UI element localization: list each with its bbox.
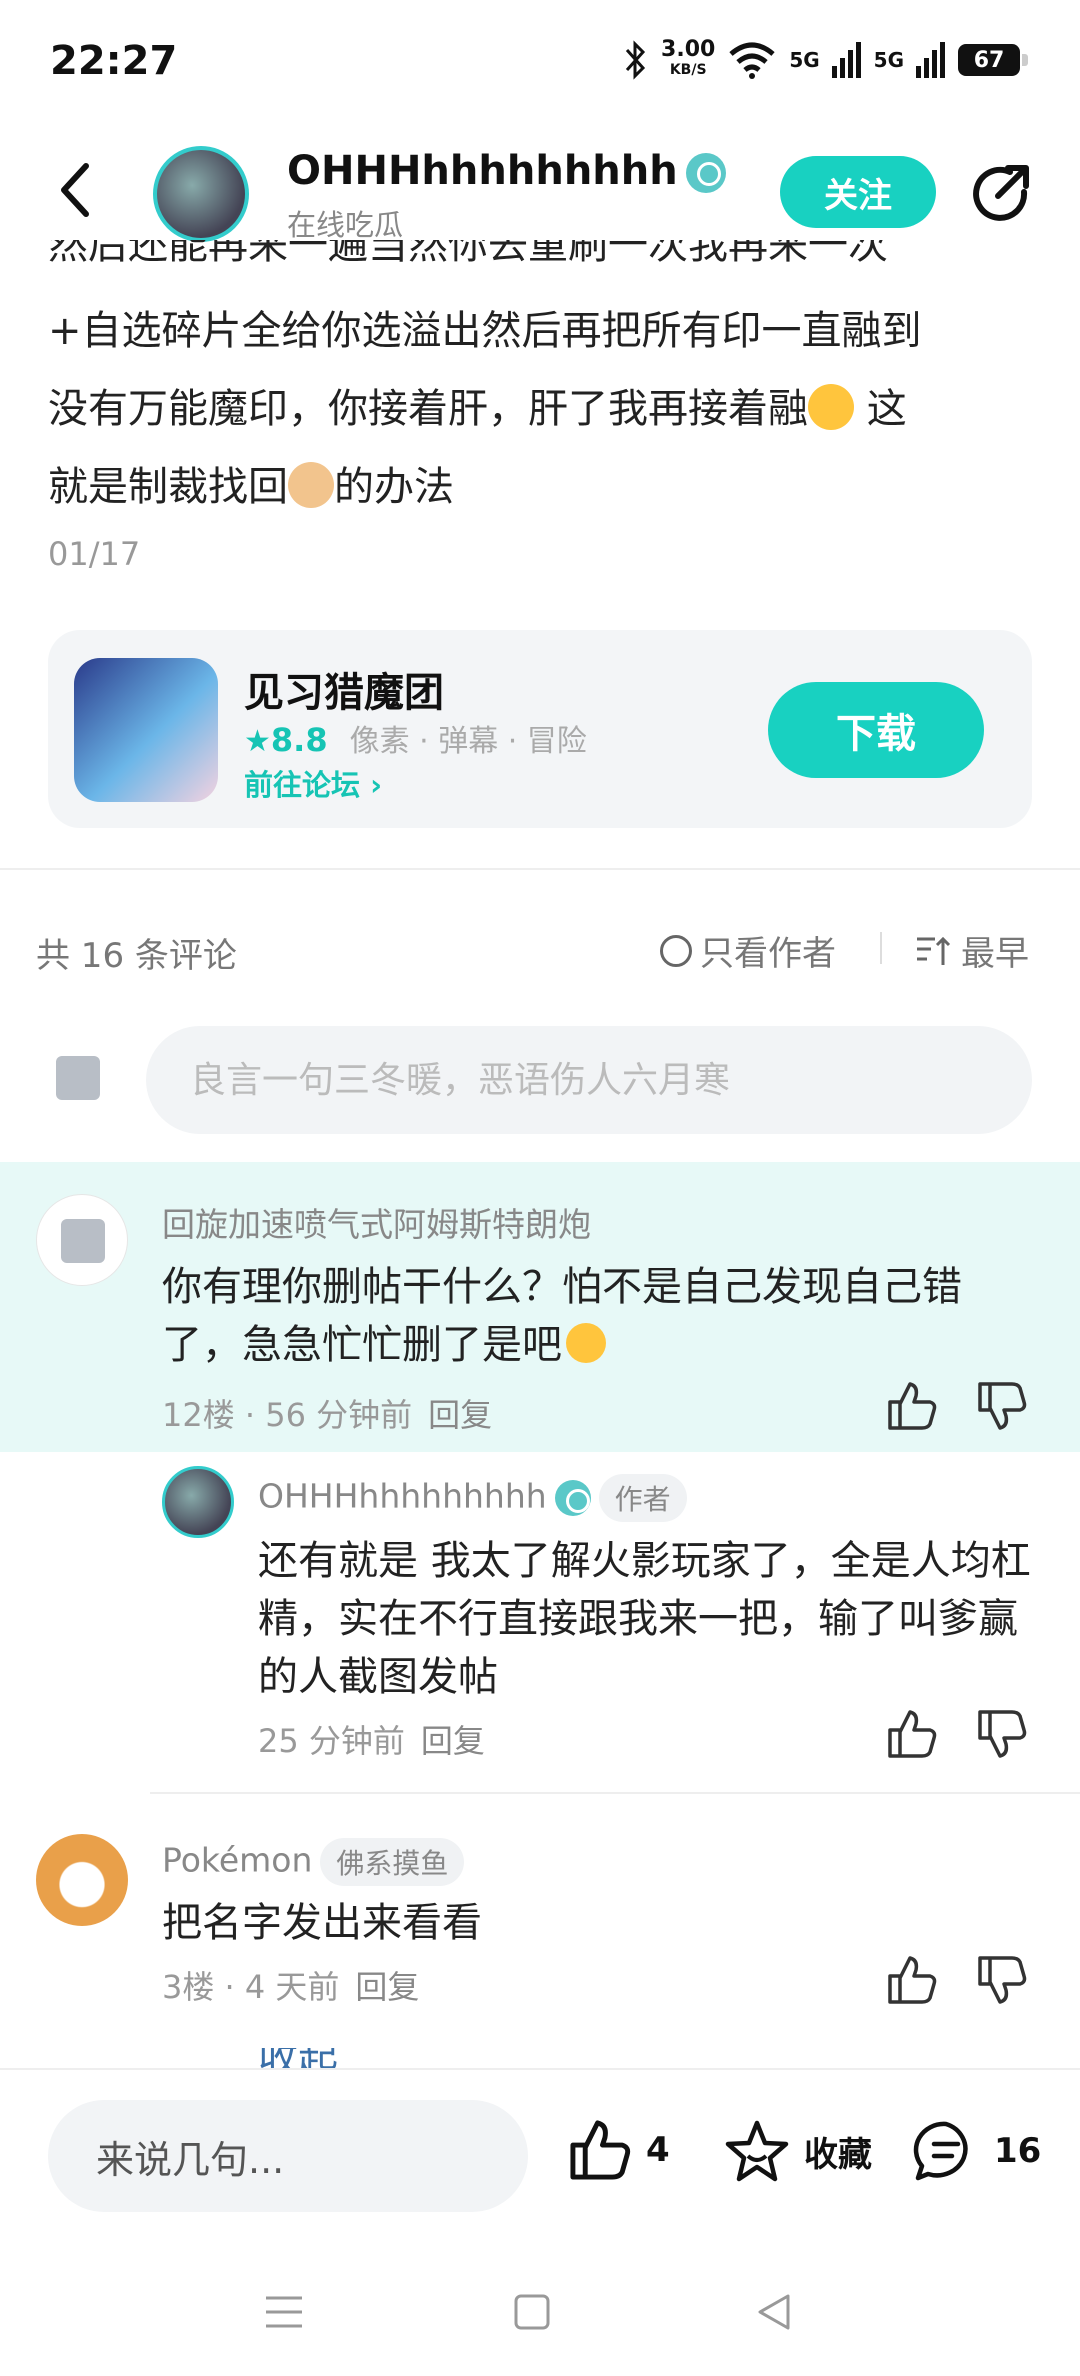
game-rating: 8.8 [270, 721, 328, 759]
author-avatar[interactable] [153, 146, 249, 242]
post-text-cut-line: 然后还能再来一遍当然你去重刷一次我再来一次 [48, 240, 888, 266]
net-speed: 3.00 KB/S [661, 37, 716, 79]
comment-icon [913, 2121, 968, 2181]
reply-button[interactable]: 回复 [421, 1722, 485, 1760]
dog-emoji-icon [288, 462, 334, 508]
like-icon[interactable] [886, 1380, 938, 1432]
sort-button[interactable]: 最早 [915, 926, 1029, 975]
menu-icon[interactable] [260, 2288, 308, 2336]
reply-button[interactable]: 回复 [428, 1396, 492, 1434]
grin-emoji-icon [808, 384, 854, 430]
follow-button[interactable]: 关注 [780, 156, 936, 228]
status-icons: 3.00 KB/S 5G 5G 67 [623, 37, 1028, 80]
author-tag: 作者 [598, 1474, 687, 1522]
game-icon [74, 658, 218, 802]
game-card[interactable]: 见习猎魔团 ★8.8 像素 · 弹幕 · 冒险 前往论坛 › 下载 [48, 630, 1032, 828]
comment-text: 你有理你删帖干什么？怕不是自己发现自己错 了，急急忙忙删了是吧 [162, 1264, 962, 1368]
signal-5g-2: 5G [873, 48, 904, 72]
divider [880, 932, 882, 964]
battery-indicator: 67 [958, 44, 1028, 76]
home-icon[interactable] [508, 2288, 556, 2336]
verified-icon [554, 1480, 591, 1516]
like-icon[interactable] [886, 1954, 938, 2006]
game-meta: ★8.8 像素 · 弹幕 · 冒险 [244, 716, 587, 760]
forum-link[interactable]: 前往论坛 › [244, 762, 382, 804]
signal-icon [831, 42, 861, 78]
commenter-name[interactable]: Pokémon 佛系摸鱼 [162, 1838, 465, 1886]
status-time: 22:27 [50, 38, 178, 84]
reply-meta: 25 分钟前 回复 [258, 1722, 485, 1760]
bottom-action-bar: 来说几句... 4 收藏 16 [0, 2068, 1080, 2248]
radio-icon [660, 934, 692, 967]
dislike-icon[interactable] [976, 1380, 1028, 1432]
wifi-icon [729, 42, 775, 79]
comment-text: 把名字发出来看看 [162, 1900, 482, 1946]
comment-input[interactable] [146, 1026, 1032, 1134]
share-icon[interactable] [968, 160, 1034, 226]
favorite-button[interactable]: 收藏 [724, 2118, 872, 2184]
download-button[interactable]: 下载 [768, 682, 984, 778]
laugh-emoji-icon [566, 1323, 606, 1363]
star-icon [725, 2120, 789, 2182]
signal-5g-1: 5G [789, 48, 820, 72]
post-line: 就是制裁找回 的办法 [48, 462, 454, 510]
comments-button[interactable]: 16 [912, 2118, 1041, 2184]
divider [0, 868, 1080, 870]
author-only-toggle[interactable]: 只看作者 [660, 926, 836, 975]
commenter-avatar[interactable] [36, 1834, 128, 1926]
like-icon[interactable] [886, 1708, 938, 1760]
back-icon[interactable] [56, 160, 96, 220]
post-line: 没有万能魔印，你接着肝，肝了我再接着融 这 [48, 384, 907, 432]
status-bar: 22:27 3.00 KB/S 5G 5G 67 [0, 0, 1080, 120]
commenter-name[interactable]: 回旋加速喷气式阿姆斯特朗炮 [162, 1198, 591, 1246]
author-subtitle: 在线吃瓜 [287, 208, 404, 242]
like-post-button[interactable]: 4 [568, 2118, 670, 2182]
game-tags: 像素 · 弹幕 · 冒险 [349, 724, 587, 759]
comment-meta: 12楼 · 56 分钟前 回复 [162, 1396, 493, 1434]
comment-meta: 3楼 · 4 天前 回复 [162, 1968, 420, 2006]
reply-author-avatar[interactable] [162, 1466, 234, 1538]
reply-input[interactable]: 来说几句... [48, 2100, 528, 2212]
comment-input-box[interactable] [146, 1026, 1032, 1134]
star-icon: ★ [244, 724, 271, 759]
game-name: 见习猎魔团 [244, 670, 444, 716]
commenter-avatar[interactable] [36, 1194, 128, 1286]
author-name[interactable]: OHHHhhhhhhhhh [287, 148, 726, 194]
system-nav-bar [0, 2248, 1080, 2376]
dislike-icon[interactable] [976, 1708, 1028, 1760]
dislike-icon[interactable] [976, 1954, 1028, 2006]
divider [150, 1792, 1080, 1794]
reply-author-name[interactable]: OHHHhhhhhhhhh 作者 [258, 1474, 687, 1522]
chevron-right-icon: › [370, 768, 383, 802]
signal-icon [916, 42, 945, 78]
bluetooth-icon [625, 40, 646, 80]
back-nav-icon[interactable] [750, 2288, 798, 2336]
comment-count-badge: 16 [994, 2131, 1042, 2171]
sort-icon [917, 936, 951, 965]
post-date: 01/17 [48, 535, 141, 573]
like-count: 4 [646, 2130, 670, 2170]
verified-icon [685, 153, 726, 193]
post-body: +自选碎片全给你选溢出然后再把所有印一直融到 没有万能魔印，你接着肝，肝了我再接… [48, 292, 1038, 526]
my-avatar [56, 1056, 100, 1100]
reply-text: 还有就是 我太了解火影玩家了，全是人均杠精，实在不行直接跟我来一把，输了叫爹赢的… [258, 1538, 1031, 1700]
like-icon [570, 2120, 631, 2180]
user-tag: 佛系摸鱼 [320, 1838, 465, 1886]
reply-button[interactable]: 回复 [355, 1968, 419, 2006]
post-line: +自选碎片全给你选溢出然后再把所有印一直融到 [48, 308, 922, 354]
comment-count: 共 16 条评论 [36, 936, 237, 976]
